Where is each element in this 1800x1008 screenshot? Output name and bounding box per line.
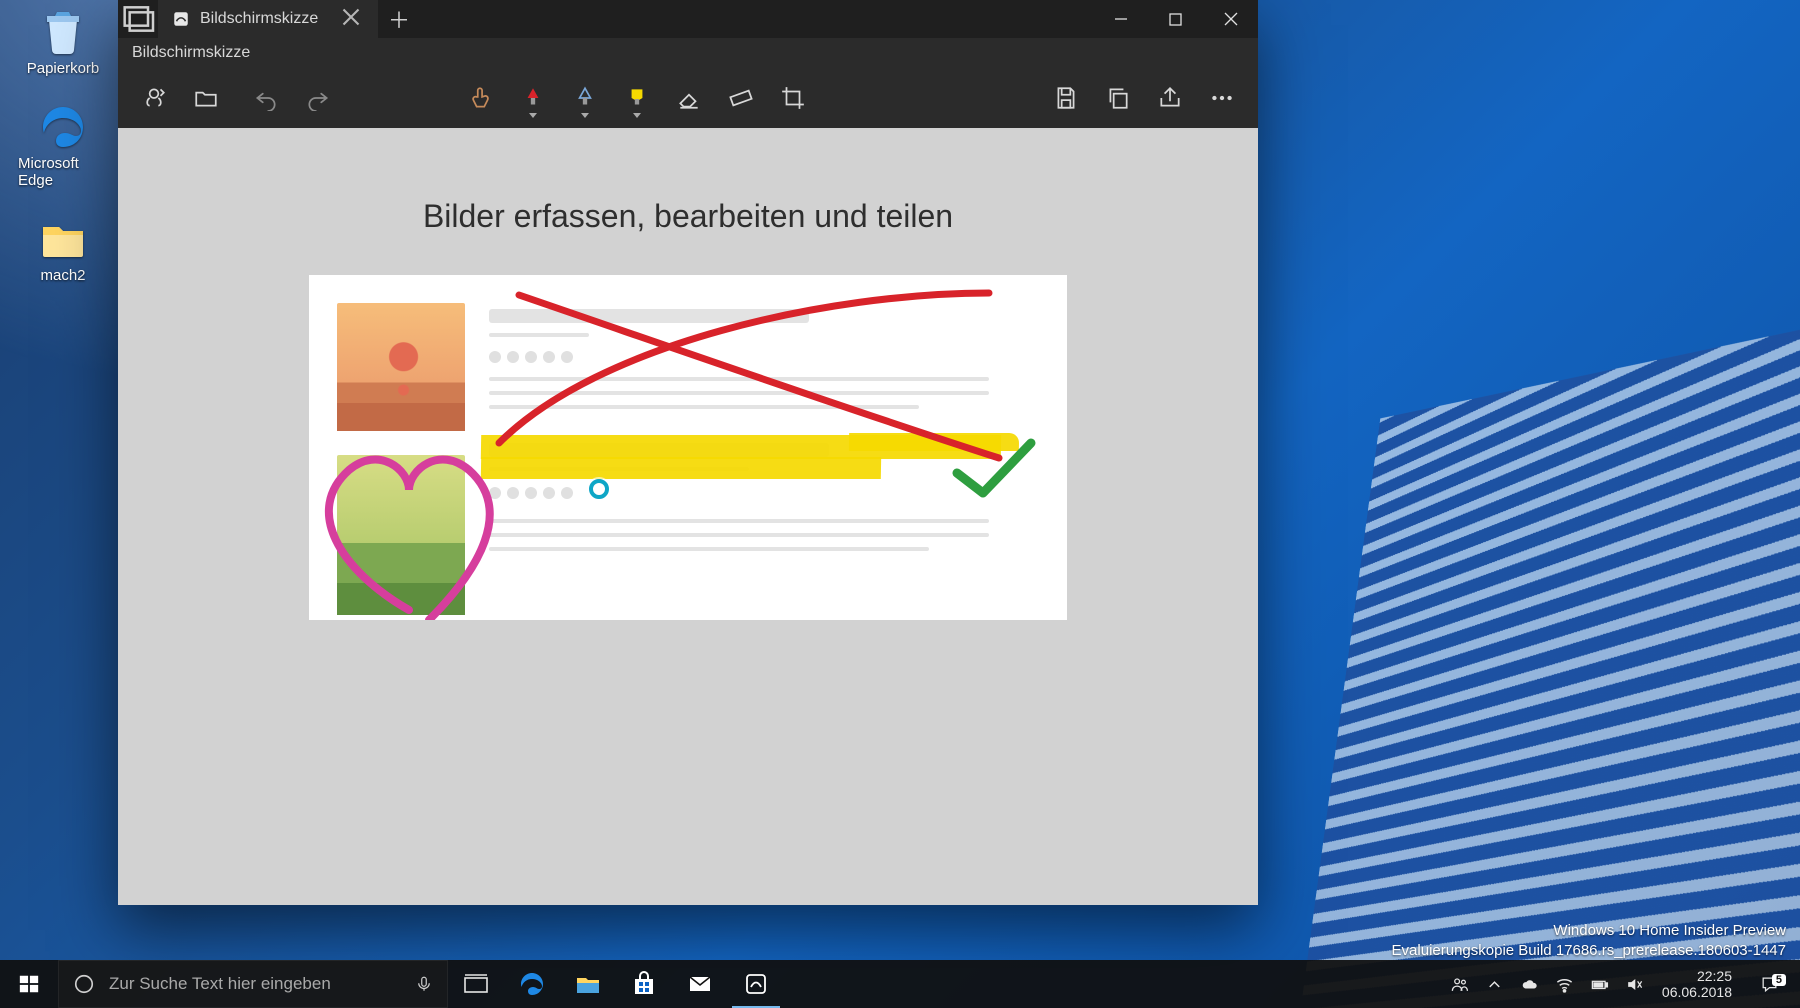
desktop-icon-recycle-bin[interactable]: Papierkorb [18,8,108,77]
taskbar-search[interactable] [58,960,448,1008]
eraser-button[interactable] [663,72,715,124]
search-input[interactable] [109,974,401,994]
titlebar: Bildschirmskizze ＋ [118,0,1258,38]
tray-volume-icon[interactable] [1617,960,1652,1008]
redo-button[interactable] [292,72,344,124]
start-button[interactable] [0,960,58,1008]
desktop-icon-label: mach2 [40,267,85,284]
app-icon [172,10,190,28]
ballpoint-pen-button[interactable] [507,72,559,124]
desktop-icon-label: Papierkorb [27,60,100,77]
canvas-heading: Bilder erfassen, bearbeiten und teilen [423,198,953,235]
windows-watermark: Windows 10 Home Insider Preview Evaluier… [1392,921,1786,960]
canvas-area[interactable]: Bilder erfassen, bearbeiten und teilen [118,128,1258,905]
edge-icon [39,103,87,151]
highlighter-button[interactable] [611,72,663,124]
open-file-button[interactable] [180,72,232,124]
close-tab-icon[interactable] [338,4,364,35]
tray-clock[interactable]: 22:25 06.06.2018 [1652,968,1742,1000]
taskbar-app-mail[interactable] [672,960,728,1008]
save-button[interactable] [1040,72,1092,124]
new-tab-button[interactable]: ＋ [378,0,420,38]
tray-people-icon[interactable] [1442,960,1477,1008]
action-center-button[interactable]: 5 [1742,975,1796,994]
new-snip-button[interactable] [128,72,180,124]
task-view-button[interactable] [448,960,504,1008]
window-subtitle: Bildschirmskizze [118,38,1258,68]
notification-badge: 5 [1772,974,1786,986]
tab-title: Bildschirmskizze [200,10,318,28]
mic-icon[interactable] [415,975,433,993]
close-window-button[interactable] [1203,0,1258,38]
copy-button[interactable] [1092,72,1144,124]
taskbar-app-store[interactable] [616,960,672,1008]
desktop-icon-edge[interactable]: Microsoft Edge [18,103,108,189]
folder-icon [39,215,87,263]
touch-writing-button[interactable] [455,72,507,124]
toolbar [118,68,1258,128]
crop-button[interactable] [767,72,819,124]
minimize-button[interactable] [1093,0,1148,38]
tray-onedrive-icon[interactable] [1512,960,1547,1008]
tray-battery-icon[interactable] [1582,960,1617,1008]
taskbar: 22:25 06.06.2018 5 [0,960,1800,1008]
system-tray: 22:25 06.06.2018 5 [1442,960,1800,1008]
demo-illustration [309,275,1067,620]
tray-up-icon[interactable] [1477,960,1512,1008]
cortana-icon [73,973,95,995]
more-button[interactable] [1196,72,1248,124]
taskbar-app-snip[interactable] [728,960,784,1008]
sets-previous-icon[interactable] [118,0,158,38]
desktop-icon-label: Microsoft Edge [18,155,108,189]
undo-button[interactable] [240,72,292,124]
desktop: Papierkorb Microsoft Edge mach2 Windows … [0,0,1800,1008]
recycle-bin-icon [39,8,87,56]
taskbar-app-explorer[interactable] [560,960,616,1008]
maximize-button[interactable] [1148,0,1203,38]
window-tab[interactable]: Bildschirmskizze [158,0,378,38]
snip-sketch-window: Bildschirmskizze ＋ Bildschirmskizze [118,0,1258,905]
tray-wifi-icon[interactable] [1547,960,1582,1008]
taskbar-app-edge[interactable] [504,960,560,1008]
desktop-icon-folder[interactable]: mach2 [18,215,108,284]
pencil-button[interactable] [559,72,611,124]
ruler-button[interactable] [715,72,767,124]
share-button[interactable] [1144,72,1196,124]
